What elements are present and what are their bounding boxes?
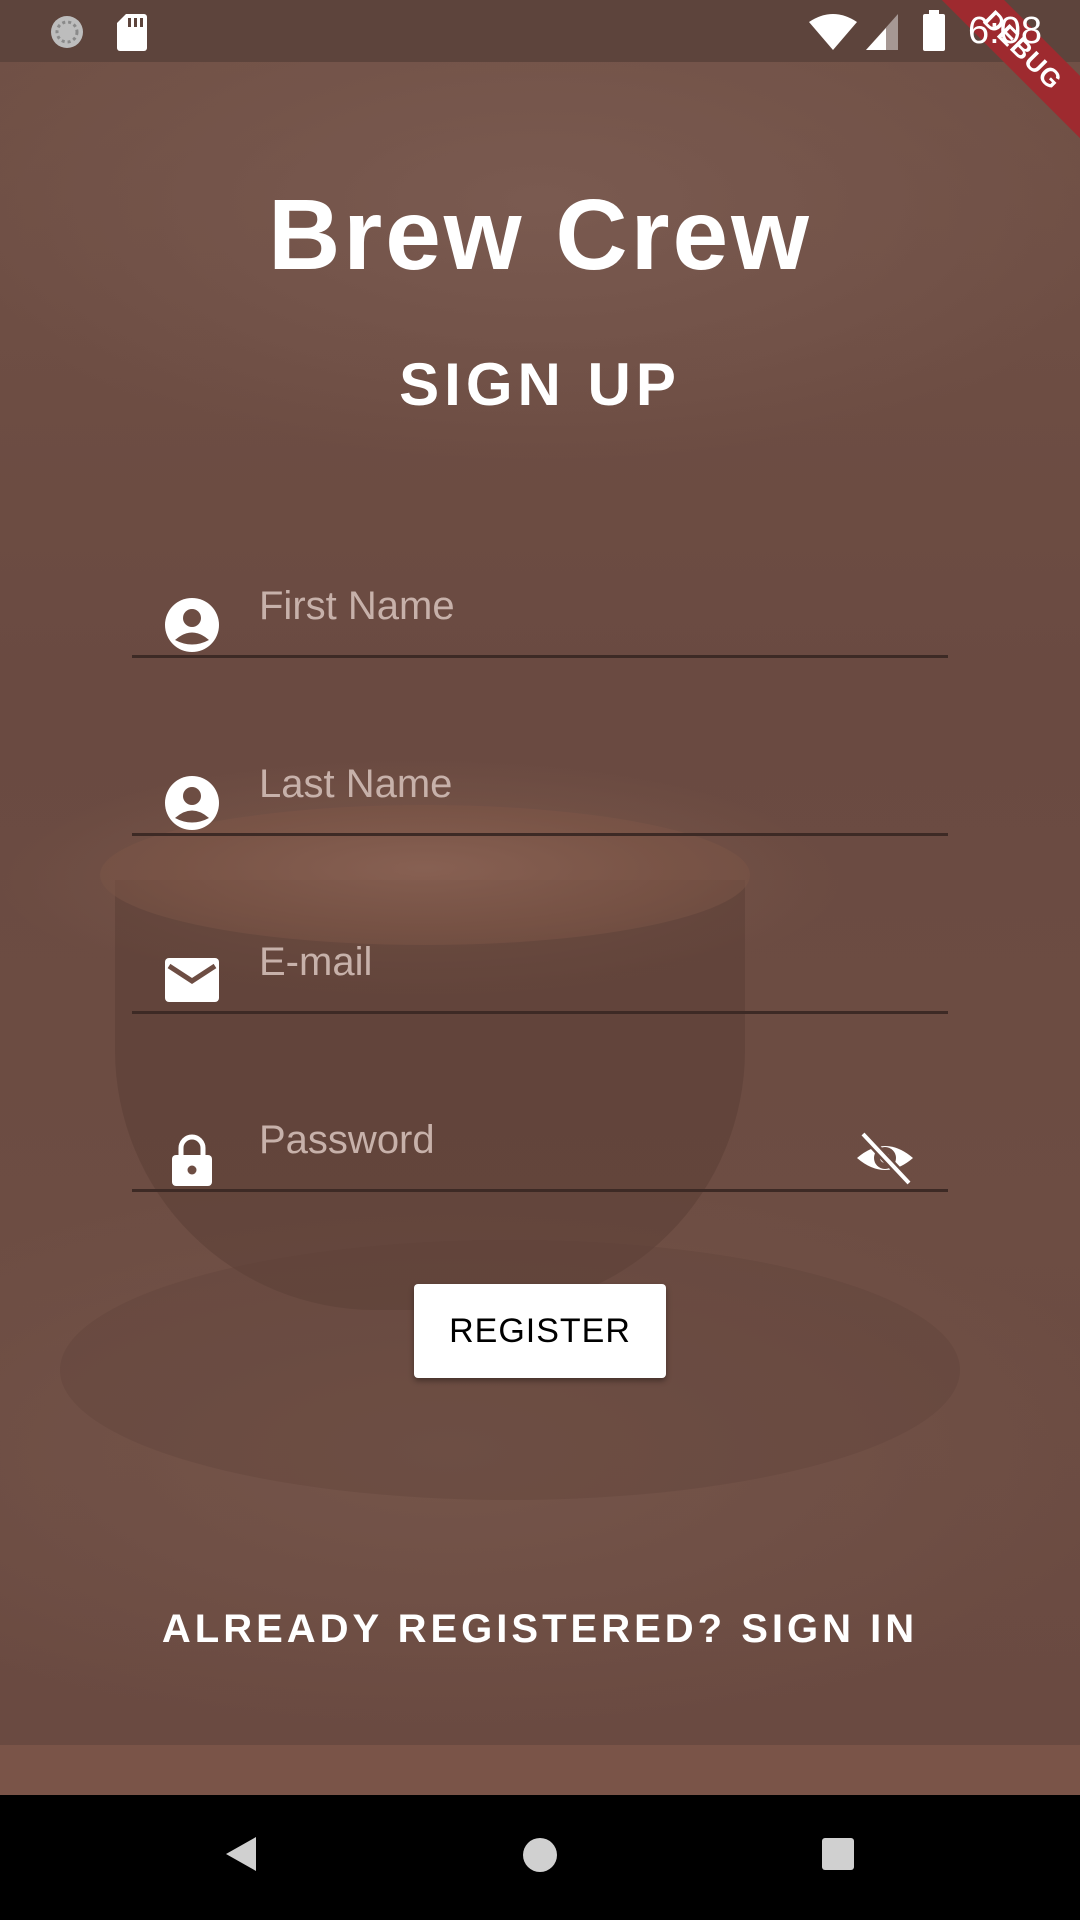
wifi-icon (809, 14, 857, 50)
app-title: Brew Crew (268, 179, 812, 291)
back-triangle-icon[interactable] (224, 1835, 258, 1873)
recents-square-icon[interactable] (821, 1837, 855, 1871)
email-field (132, 901, 948, 1014)
visibility-off-icon[interactable] (854, 1127, 916, 1189)
first-name-input[interactable] (257, 575, 821, 637)
page-title: SIGN UP (399, 351, 681, 418)
sd-card-icon (117, 14, 147, 51)
home-circle-icon[interactable] (522, 1837, 558, 1873)
bottom-strip (0, 1745, 1080, 1795)
account-circle-icon (165, 598, 219, 652)
sync-circle-icon (51, 16, 83, 48)
last-name-input[interactable] (257, 753, 821, 815)
mail-icon (165, 958, 219, 1002)
status-bar: 6:08 (0, 0, 1080, 62)
cellular-signal-icon (866, 14, 898, 50)
email-input[interactable] (257, 931, 821, 993)
password-input[interactable] (257, 1109, 821, 1171)
register-button[interactable]: REGISTER (414, 1284, 666, 1378)
navigation-bar (0, 1795, 1080, 1920)
password-field (132, 1079, 948, 1192)
first-name-field (132, 545, 948, 658)
sign-up-screen: 6:08 DEBUG Brew Crew SIGN UP First Name … (0, 0, 1080, 1920)
last-name-field (132, 723, 948, 836)
battery-icon (923, 10, 945, 51)
status-time: 6:08 (968, 10, 1042, 52)
account-circle-icon (165, 776, 219, 830)
sign-in-link[interactable]: ALREADY REGISTERED? SIGN IN (0, 1607, 1080, 1652)
lock-icon (172, 1134, 212, 1186)
